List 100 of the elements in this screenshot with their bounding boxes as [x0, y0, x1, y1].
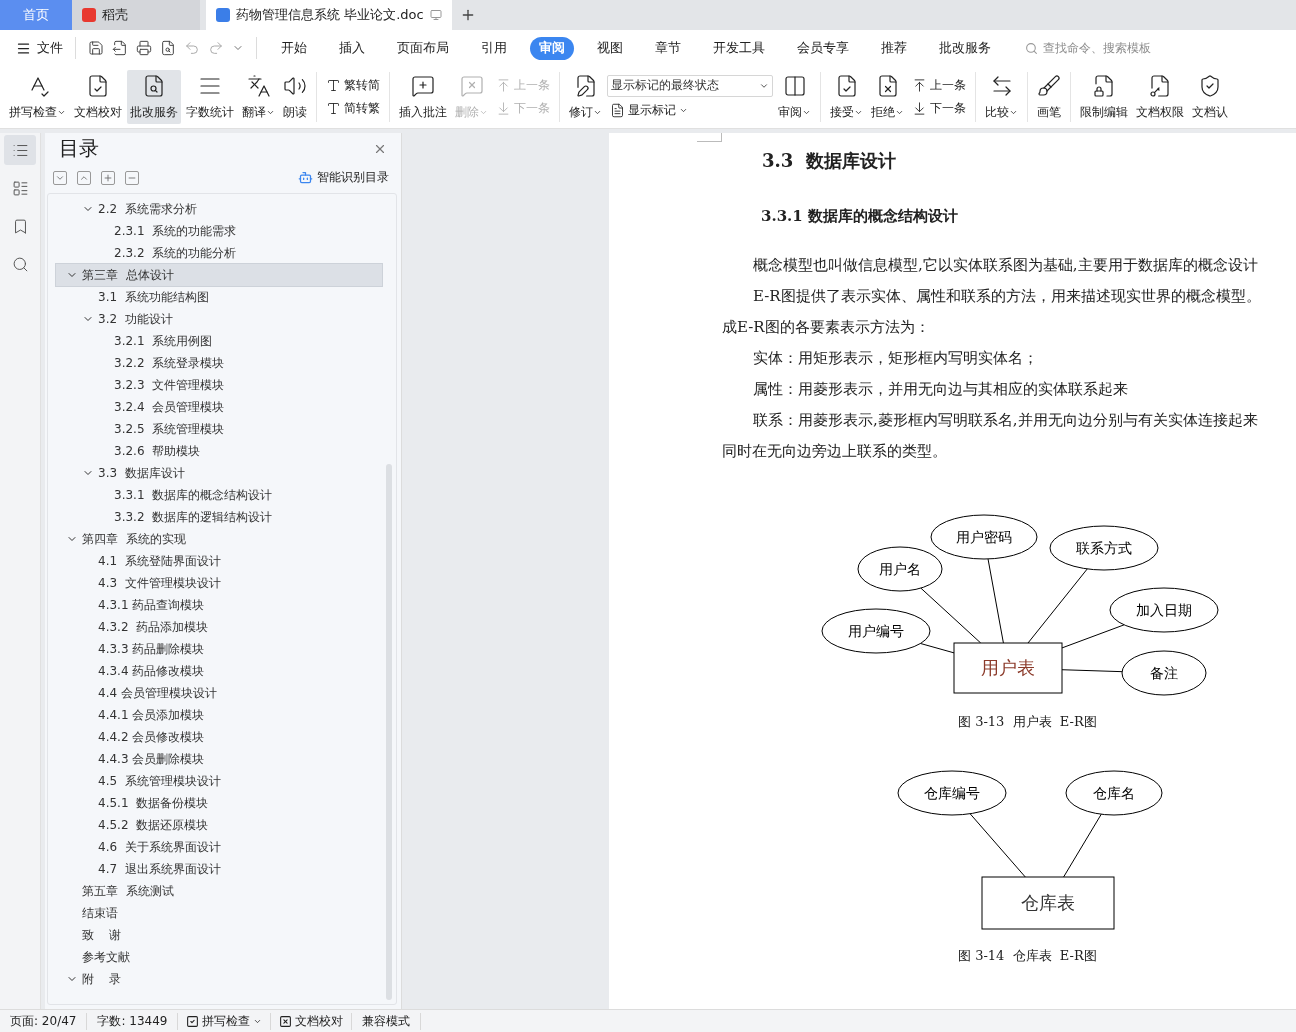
toc-item[interactable]: 4.3.3 药品删除模块: [56, 638, 382, 660]
toc-item[interactable]: 3.2.1 系统用例图: [56, 330, 382, 352]
toolbar-button[interactable]: 文档权限: [1133, 70, 1187, 124]
expand-button[interactable]: [53, 170, 67, 185]
toolbar-button[interactable]: 繁转简: [323, 76, 383, 95]
toc-item[interactable]: 附 录: [56, 968, 382, 990]
toc-item[interactable]: 4.3 文件管理模块设计: [56, 572, 382, 594]
ribbon-tab[interactable]: 批改服务: [930, 36, 1000, 60]
search-icon: [1025, 41, 1038, 55]
toc-item[interactable]: 参考文献: [56, 946, 382, 968]
toc-item[interactable]: 致 谢: [56, 924, 382, 946]
add-level-button[interactable]: [101, 170, 115, 185]
toolbar-button[interactable]: 朗读: [280, 70, 310, 124]
tab[interactable]: 药物管理信息系统 毕业论文.doc: [206, 0, 452, 30]
toc-item[interactable]: 3.2.4 会员管理模块: [56, 396, 382, 418]
toc-item[interactable]: 4.3.1 药品查询模块: [56, 594, 382, 616]
toolbar-button[interactable]: 审阅: [775, 70, 814, 124]
ribbon-tab[interactable]: 开发工具: [704, 36, 774, 60]
toc-item[interactable]: 3.3.2 数据库的逻辑结构设计: [56, 506, 382, 528]
toc-item[interactable]: 3.1 系统功能结构图: [56, 286, 382, 308]
toc-item[interactable]: 第四章 系统的实现: [56, 528, 382, 550]
toolbar-button[interactable]: 简转繁: [323, 99, 383, 118]
app-logo-icon: [82, 8, 96, 22]
toc-item[interactable]: 3.2.6 帮助模块: [56, 440, 382, 462]
scrollbar-thumb[interactable]: [386, 464, 392, 1000]
toc-item[interactable]: 4.7 退出系统界面设计: [56, 858, 382, 880]
translate-icon: [246, 74, 271, 98]
ribbon-tab[interactable]: 审阅: [530, 36, 574, 60]
section-heading: 3.3 数据库设计: [762, 149, 896, 173]
toolbar-button[interactable]: 显示标记: [607, 100, 773, 120]
toc-item[interactable]: 第五章 系统测试: [56, 880, 382, 902]
toc-item[interactable]: 3.2.2 系统登录模块: [56, 352, 382, 374]
ribbon-tab[interactable]: 引用: [472, 36, 516, 60]
toc-item[interactable]: 4.1 系统登陆界面设计: [56, 550, 382, 572]
toc-item[interactable]: 第三章 总体设计: [56, 264, 382, 286]
toc-item[interactable]: 4.4.1 会员添加模块: [56, 704, 382, 726]
ribbon-tab[interactable]: 会员专享: [788, 36, 858, 60]
toolbar-button[interactable]: 修订: [566, 70, 605, 124]
toc-item[interactable]: 4.4 会员管理模块设计: [56, 682, 382, 704]
toolbar-button[interactable]: 文档认: [1189, 70, 1231, 124]
remove-level-button[interactable]: [125, 170, 139, 185]
toolbar-button[interactable]: 插入批注: [396, 70, 450, 124]
status-button[interactable]: 拼写检查: [178, 1012, 272, 1030]
toolbar-button[interactable]: 字数统计: [183, 70, 237, 124]
file-menu[interactable]: 文件: [12, 39, 67, 57]
toc-item[interactable]: 3.3 数据库设计: [56, 462, 382, 484]
toc-item[interactable]: 4.5.1 数据备份模块: [56, 792, 382, 814]
toolbar-button[interactable]: 拒绝: [868, 70, 907, 124]
ribbon-tab[interactable]: 章节: [646, 36, 690, 60]
toolbar-button[interactable]: 批改服务: [127, 70, 181, 124]
caret-icon: [854, 108, 863, 117]
toolbar-button[interactable]: 限制编辑: [1077, 70, 1131, 124]
columns-icon: [782, 74, 807, 98]
toolbar-button[interactable]: 下一条: [909, 99, 969, 118]
toc-item[interactable]: 3.2 功能设计: [56, 308, 382, 330]
tab[interactable]: 稻壳: [72, 0, 200, 30]
toc-item[interactable]: 4.5 系统管理模块设计: [56, 770, 382, 792]
smart-toc-button[interactable]: 智能识别目录: [292, 168, 395, 187]
toc-item[interactable]: 4.3.2 药品添加模块: [56, 616, 382, 638]
checkbox-icon: [186, 1014, 200, 1028]
toc-item[interactable]: 4.4.2 会员修改模块: [56, 726, 382, 748]
entity-node: 用户表: [953, 642, 1063, 694]
toc-item[interactable]: 4.5.2 数据还原模块: [56, 814, 382, 836]
toc-item[interactable]: 4.4.3 会员删除模块: [56, 748, 382, 770]
caret-icon: [895, 108, 904, 117]
caret-icon: [479, 108, 488, 117]
toolbar-button[interactable]: 接受: [827, 70, 866, 124]
toc-item[interactable]: 3.3.1 数据库的概念结构设计: [56, 484, 382, 506]
toolbar-button[interactable]: 拼写检查: [6, 70, 69, 124]
markup-select[interactable]: 显示标记的最终状态: [607, 74, 773, 97]
toc-item[interactable]: 4.6 关于系统界面设计: [56, 836, 382, 858]
toc-item[interactable]: 3.2.3 文件管理模块: [56, 374, 382, 396]
ribbon-tab[interactable]: 页面布局: [388, 36, 458, 60]
toolbar-button[interactable]: 画笔: [1034, 70, 1064, 124]
toolbar-button[interactable]: 文档校对: [71, 70, 125, 124]
toc-item[interactable]: 结束语: [56, 902, 382, 924]
search-field[interactable]: 查找命令、搜索模板: [1025, 40, 1185, 56]
toc-item[interactable]: 2.2 系统需求分析: [56, 198, 382, 220]
document-key-icon: [1148, 74, 1172, 98]
brush-icon: [1037, 74, 1061, 98]
printer-icon: [136, 40, 152, 56]
collapse-button[interactable]: [77, 170, 91, 185]
toolbar-button[interactable]: 上一条: [909, 76, 969, 95]
toc-item[interactable]: 3.2.5 系统管理模块: [56, 418, 382, 440]
toc-item[interactable]: 4.3.4 药品修改模块: [56, 660, 382, 682]
status-button[interactable]: 文档校对: [271, 1012, 353, 1030]
toc-item[interactable]: 2.3.1 系统的功能需求: [56, 220, 382, 242]
toolbar-button[interactable]: 比较: [982, 70, 1021, 124]
attribute-node: 仓库编号: [897, 770, 1007, 816]
ribbon-tab[interactable]: 视图: [588, 36, 632, 60]
redo-icon: [208, 40, 224, 56]
ribbon-tab[interactable]: 推荐: [872, 36, 916, 60]
status-text: 字数: 13449: [87, 1012, 179, 1030]
status-text: 兼容模式: [352, 1012, 422, 1030]
ribbon-tab[interactable]: 开始: [272, 36, 316, 60]
sidebar-tab[interactable]: [4, 135, 36, 165]
ribbon-tab[interactable]: 插入: [330, 36, 374, 60]
toc-item[interactable]: 2.3.2 系统的功能分析: [56, 242, 382, 264]
arrow-up-icon: [912, 78, 927, 93]
toolbar-button[interactable]: 翻译: [239, 70, 278, 124]
